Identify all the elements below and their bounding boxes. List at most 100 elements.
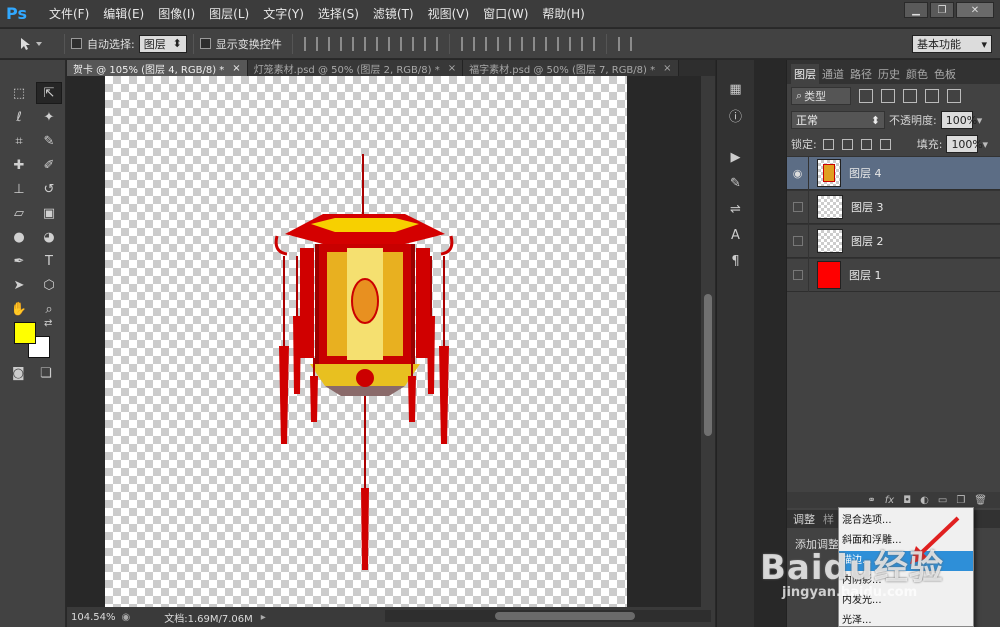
hand-tool-icon[interactable]: ✋ xyxy=(6,298,32,320)
filter-shape-icon[interactable] xyxy=(925,89,939,103)
layer-row-2[interactable]: 图层 2 xyxy=(787,224,1000,258)
close-icon[interactable]: × xyxy=(663,63,671,74)
tab-paths[interactable]: 路径 xyxy=(847,64,875,84)
align-vcenter-icon[interactable] xyxy=(327,36,342,51)
libraries-icon[interactable]: ▦ xyxy=(721,78,751,100)
show-transform-checkbox[interactable] xyxy=(199,38,211,49)
eyedropper-icon[interactable]: ✎ xyxy=(36,130,62,152)
foreground-color[interactable] xyxy=(14,322,36,344)
shape-tool-icon[interactable]: ⬡ xyxy=(36,274,62,296)
restore-button[interactable]: ❐ xyxy=(930,2,954,18)
visibility-toggle[interactable] xyxy=(787,190,809,224)
chevron-right-icon[interactable]: ▸ xyxy=(261,612,266,623)
tab-channels[interactable]: 通道 xyxy=(819,64,847,84)
menu-layer[interactable]: 图层(L) xyxy=(202,0,256,28)
document-canvas[interactable] xyxy=(105,76,627,607)
add-mask-icon[interactable]: ◘ xyxy=(903,495,911,506)
magic-wand-icon[interactable]: ✦ xyxy=(36,106,62,128)
marquee-tool-icon[interactable]: ⬚ xyxy=(6,82,32,104)
blend-mode-dropdown[interactable]: 正常 ⬍ xyxy=(791,111,885,129)
tab-document-3[interactable]: 福字素材.psd @ 50% (图层 7, RGB/8) * × xyxy=(463,60,679,76)
auto-align-icon[interactable] xyxy=(617,36,632,51)
distribute-vcenter-icon[interactable] xyxy=(484,36,499,51)
tab-styles[interactable]: 样 xyxy=(823,511,834,527)
tab-document-1[interactable]: 贺卡 @ 105% (图层 4, RGB/8) * × xyxy=(67,60,248,76)
menu-item-inner-shadow[interactable]: 内阴影... xyxy=(839,571,973,591)
menu-edit[interactable]: 编辑(E) xyxy=(96,0,151,28)
scroll-thumb[interactable] xyxy=(704,294,712,436)
history-brush-icon[interactable]: ↺ xyxy=(36,178,62,200)
minimize-button[interactable]: ▁ xyxy=(904,2,928,18)
lasso-tool-icon[interactable]: ℓ xyxy=(6,106,32,128)
path-select-icon[interactable]: ➤ xyxy=(6,274,32,296)
stamp-tool-icon[interactable]: ⊥ xyxy=(6,178,32,200)
menu-item-inner-glow[interactable]: 内发光... xyxy=(839,591,973,611)
menu-image[interactable]: 图像(I) xyxy=(151,0,202,28)
vertical-scrollbar[interactable] xyxy=(701,76,715,607)
align-bottom-icon[interactable] xyxy=(351,36,366,51)
filter-kind-dropdown[interactable]: ⌕ 类型 xyxy=(791,87,851,105)
workspace-dropdown[interactable]: 基本功能 ▾ xyxy=(912,35,992,53)
distribute-bottom-icon[interactable] xyxy=(508,36,523,51)
zoom-level[interactable]: 104.54% xyxy=(71,612,116,623)
menu-help[interactable]: 帮助(H) xyxy=(535,0,591,28)
move-tool-icon[interactable]: ⇱ xyxy=(36,82,62,104)
close-icon[interactable]: × xyxy=(232,63,240,74)
adjustment-layer-icon[interactable]: ◐ xyxy=(920,495,929,506)
chevron-down-icon[interactable]: ▾ xyxy=(982,138,988,151)
character-panel-icon[interactable]: A xyxy=(721,224,751,246)
menu-file[interactable]: 文件(F) xyxy=(42,0,96,28)
fx-button[interactable]: fx xyxy=(885,495,894,506)
horizontal-scrollbar[interactable] xyxy=(385,610,711,622)
filter-pixel-icon[interactable] xyxy=(859,89,873,103)
align-right-icon[interactable] xyxy=(423,36,438,51)
close-button[interactable]: ✕ xyxy=(956,2,994,18)
align-hcenter-icon[interactable] xyxy=(399,36,414,51)
lock-position-icon[interactable] xyxy=(860,138,872,150)
healing-brush-icon[interactable]: ✚ xyxy=(6,154,32,176)
pen-tool-icon[interactable]: ✒ xyxy=(6,250,32,272)
chevron-down-icon[interactable]: ▾ xyxy=(977,114,983,127)
layer-row-3[interactable]: 图层 3 xyxy=(787,190,1000,224)
info-panel-icon[interactable]: ⓘ xyxy=(721,104,751,126)
layer-row-1[interactable]: 图层 1 xyxy=(787,258,1000,292)
lock-image-icon[interactable] xyxy=(841,138,853,150)
zoom-tool-icon[interactable]: ⌕ xyxy=(36,298,62,320)
blur-tool-icon[interactable]: ● xyxy=(6,226,32,248)
distribute-top-icon[interactable] xyxy=(460,36,475,51)
close-icon[interactable]: × xyxy=(448,63,456,74)
move-tool-icon[interactable] xyxy=(18,33,58,55)
lock-transparent-icon[interactable] xyxy=(822,138,834,150)
crop-tool-icon[interactable]: ⌗ xyxy=(6,130,32,152)
dodge-tool-icon[interactable]: ◕ xyxy=(36,226,62,248)
lock-all-icon[interactable] xyxy=(879,138,891,150)
menu-type[interactable]: 文字(Y) xyxy=(256,0,311,28)
filter-adjust-icon[interactable] xyxy=(881,89,895,103)
distribute-hcenter-icon[interactable] xyxy=(556,36,571,51)
new-group-icon[interactable]: ▭ xyxy=(938,495,947,506)
auto-select-dropdown[interactable]: 图层 ⬍ xyxy=(138,34,187,53)
auto-select-checkbox[interactable] xyxy=(71,38,82,49)
tab-history[interactable]: 历史 xyxy=(875,64,903,84)
layer-row-4[interactable]: ◉ 图层 4 xyxy=(787,156,1000,190)
visibility-toggle[interactable] xyxy=(787,224,809,258)
swap-colors-icon[interactable]: ⇄ xyxy=(44,318,52,329)
fill-input[interactable]: 100% xyxy=(946,135,983,153)
gradient-tool-icon[interactable]: ▣ xyxy=(36,202,62,224)
new-layer-icon[interactable]: ❐ xyxy=(956,495,965,506)
quick-mask-icon[interactable]: ◙ xyxy=(12,366,25,381)
tab-swatches[interactable]: 色板 xyxy=(931,64,959,84)
tab-adjustments[interactable]: 调整 xyxy=(793,511,815,527)
brush-presets-icon[interactable]: ✎ xyxy=(721,172,751,194)
eraser-tool-icon[interactable]: ▱ xyxy=(6,202,32,224)
clone-source-icon[interactable]: ⇌ xyxy=(721,198,751,220)
menu-item-satin[interactable]: 光泽... xyxy=(839,611,973,627)
menu-window[interactable]: 窗口(W) xyxy=(476,0,535,28)
type-tool-icon[interactable]: T xyxy=(36,250,62,272)
screen-mode-icon[interactable]: ❏ xyxy=(40,366,52,381)
distribute-right-icon[interactable] xyxy=(580,36,595,51)
eye-icon[interactable]: ◉ xyxy=(787,156,809,190)
tab-color[interactable]: 颜色 xyxy=(903,64,931,84)
filter-type-icon[interactable] xyxy=(903,89,917,103)
align-top-icon[interactable] xyxy=(303,36,318,51)
